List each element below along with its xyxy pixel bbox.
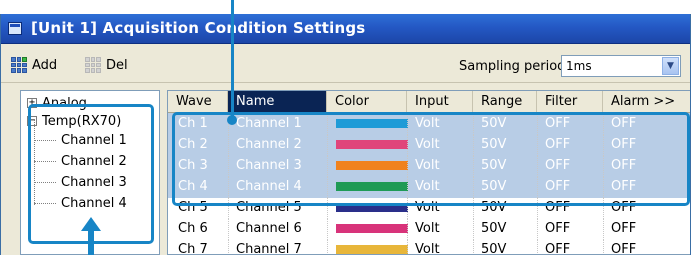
cell-wave[interactable]: Ch 7 xyxy=(168,239,228,254)
color-swatch[interactable] xyxy=(336,224,408,233)
cell-filter[interactable]: OFF xyxy=(537,218,603,240)
column-header-alarm[interactable]: Alarm >> xyxy=(603,91,690,113)
delete-channel-icon xyxy=(85,57,101,73)
sampling-period-label: Sampling period xyxy=(459,59,566,74)
sampling-period-value: 1ms xyxy=(566,59,592,73)
column-header-name[interactable]: Name xyxy=(228,91,327,113)
column-header-range[interactable]: Range xyxy=(473,91,537,113)
title-bar[interactable]: [Unit 1] Acquisition Condition Settings xyxy=(1,14,690,44)
sampling-period-select[interactable]: 1ms ▼ xyxy=(561,55,681,77)
del-button-label: Del xyxy=(106,57,128,73)
del-button[interactable]: Del xyxy=(85,54,128,76)
cell-name[interactable]: Channel 7 xyxy=(228,239,327,254)
cell-input[interactable]: Volt xyxy=(407,239,473,254)
callout-arrow-shaft xyxy=(88,228,94,255)
window-title: [Unit 1] Acquisition Condition Settings xyxy=(31,19,366,37)
column-header-input[interactable]: Input xyxy=(407,91,473,113)
callout-leader-line xyxy=(231,0,234,120)
cell-wave[interactable]: Ch 6 xyxy=(168,218,228,240)
add-button[interactable]: Add xyxy=(11,54,57,76)
cell-filter[interactable]: OFF xyxy=(537,239,603,254)
add-channel-icon xyxy=(11,57,27,73)
cell-name[interactable]: Channel 6 xyxy=(228,218,327,240)
column-header-filter[interactable]: Filter xyxy=(537,91,603,113)
cell-alarm[interactable]: OFF xyxy=(603,218,690,240)
add-button-label: Add xyxy=(32,57,58,73)
callout-anchor-dot xyxy=(227,115,237,125)
table-row[interactable]: Ch 6 Channel 6 Volt 50V OFF OFF xyxy=(168,218,690,240)
arrow-up-icon xyxy=(81,217,101,231)
cell-range[interactable]: 50V xyxy=(473,239,537,254)
column-header-color[interactable]: Color xyxy=(327,91,407,113)
table-row[interactable]: Ch 7 Channel 7 Volt 50V OFF OFF xyxy=(168,239,690,254)
cell-input[interactable]: Volt xyxy=(407,218,473,240)
screenshot-stage: [Unit 1] Acquisition Condition Settings … xyxy=(0,0,698,255)
toolbar: Add Del Sampling period 1ms ▼ xyxy=(1,45,690,83)
cell-range[interactable]: 50V xyxy=(473,218,537,240)
cell-alarm[interactable]: OFF xyxy=(603,239,690,254)
window-icon xyxy=(8,22,22,35)
cell-divider xyxy=(327,218,328,240)
cell-divider xyxy=(327,239,328,254)
column-header-wave[interactable]: Wave xyxy=(168,91,228,113)
chevron-down-icon[interactable]: ▼ xyxy=(662,57,679,75)
selection-callout-box xyxy=(172,112,690,206)
color-swatch[interactable] xyxy=(336,245,408,254)
